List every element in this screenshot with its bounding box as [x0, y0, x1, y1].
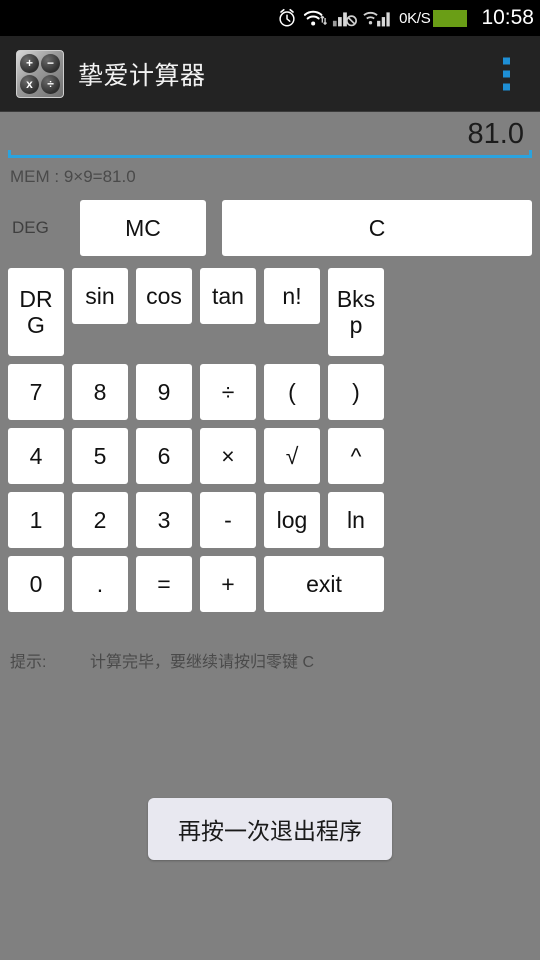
status-bar-icons: 0K/S 10:58 — [276, 0, 534, 36]
exit-toast: 再按一次退出程序 — [148, 798, 392, 860]
keypad-row: 0. = + exit — [8, 556, 432, 612]
key-drg[interactable]: DR G — [8, 268, 64, 356]
key-7[interactable]: 7 — [8, 364, 64, 420]
key-label: 8 — [93, 378, 107, 405]
memory-line: MEM : 9×9=81.0 — [10, 167, 136, 186]
key-label: sin — [85, 282, 115, 309]
status-bar-clock: 10:58 — [481, 6, 534, 29]
key-label: ^ — [350, 442, 362, 469]
hint-text: 计算完毕，要继续请按归零键 C — [90, 654, 315, 671]
key-label: 3 — [157, 506, 171, 533]
key-1[interactable]: 1 — [8, 492, 64, 548]
overflow-dot-1 — [503, 57, 510, 64]
key-label: cos — [146, 282, 182, 309]
key-0[interactable]: 0 — [8, 556, 64, 612]
signal-bars-icon — [363, 11, 390, 27]
key-exit[interactable]: exit — [264, 556, 384, 612]
overflow-menu-button[interactable] — [495, 51, 518, 96]
key-[interactable]: - — [200, 492, 256, 548]
key-log[interactable]: log — [264, 492, 320, 548]
key-label: DR — [19, 285, 53, 312]
key-label: 5 — [93, 442, 107, 469]
wifi-transfer-icon — [304, 10, 328, 26]
key-label: exit — [306, 570, 342, 597]
key-sin[interactable]: sin — [72, 268, 128, 324]
key-label: ln — [347, 506, 365, 533]
key-label: G — [27, 312, 45, 338]
keypad-row: 1 2 3 - log ln — [8, 492, 432, 548]
display-value: 81.0 — [467, 118, 524, 150]
display-underline — [8, 150, 532, 158]
key-2[interactable]: 2 — [72, 492, 128, 548]
key-ln[interactable]: ln — [328, 492, 384, 548]
key-9[interactable]: 9 — [136, 364, 192, 420]
keypad: DR Gsin cos tan n! Bks p 7 8 9 ÷() 4 5 6 × √ ^ 1 2 3- log ln 0… — [8, 268, 432, 620]
key-4[interactable]: 4 — [8, 428, 64, 484]
key-[interactable]: ÷ — [200, 364, 256, 420]
angle-mode-label: DEG — [12, 218, 49, 237]
key-label: 7 — [29, 378, 43, 405]
key-label: 2 — [93, 506, 107, 533]
key-label: log — [276, 506, 308, 533]
hint-label: 提示: — [10, 654, 47, 671]
key-6[interactable]: 6 — [136, 428, 192, 484]
key-label: . — [96, 570, 104, 597]
signal-no-sim-icon — [333, 12, 358, 27]
key-[interactable]: × — [200, 428, 256, 484]
key-label: × — [221, 442, 235, 469]
key-label: ) — [352, 378, 360, 405]
key-[interactable]: ( — [264, 364, 320, 420]
key-[interactable]: = — [136, 556, 192, 612]
action-bar: + − x ÷ 挚爱计算器 — [0, 36, 540, 112]
app-icon-minus-key: − — [41, 53, 60, 73]
key-3[interactable]: 3 — [136, 492, 192, 548]
overflow-dot-2 — [503, 70, 510, 77]
key-label: 9 — [157, 378, 171, 405]
key-label: p — [349, 312, 363, 338]
key-[interactable]: ) — [328, 364, 384, 420]
key-[interactable]: ^ — [328, 428, 384, 484]
clear-button[interactable]: C — [222, 200, 532, 256]
key-label: = — [157, 570, 171, 597]
app-icon-plus-key: + — [20, 53, 39, 73]
key-label: n! — [282, 282, 302, 309]
top-button-row: DEG MC C — [0, 200, 540, 256]
battery-icon — [433, 9, 468, 27]
key-tan[interactable]: tan — [200, 268, 256, 324]
key-label: - — [224, 506, 232, 533]
key-label: ÷ — [221, 378, 235, 405]
keypad-row: DR Gsin cos tan n! Bks p — [8, 268, 432, 356]
key-label: 0 — [29, 570, 43, 597]
key-[interactable]: + — [200, 556, 256, 612]
keypad-row: 7 8 9 ÷ () — [8, 364, 432, 420]
key-[interactable]: √ — [264, 428, 320, 484]
alarm-clock-icon — [279, 8, 295, 27]
network-speed-label: 0K/S — [399, 9, 431, 27]
key-[interactable]: . — [72, 556, 128, 612]
key-label: 1 — [29, 506, 43, 533]
key-label: ( — [288, 378, 296, 405]
key-8[interactable]: 8 — [72, 364, 128, 420]
key-label: + — [221, 570, 235, 597]
key-cos[interactable]: cos — [136, 268, 192, 324]
memory-clear-button[interactable]: MC — [80, 200, 206, 256]
hint-line: 提示: 计算完毕，要继续请按归零键 C — [10, 648, 530, 672]
key-label: Bks — [336, 285, 376, 312]
status-bar: 0K/S 10:58 — [0, 0, 540, 36]
overflow-dot-3 — [503, 83, 510, 90]
key-label: √ — [285, 442, 299, 469]
app-icon: + − x ÷ — [16, 49, 64, 98]
key-label: tan — [212, 282, 244, 309]
app-title: 挚爱计算器 — [78, 61, 206, 90]
key-bksp[interactable]: Bks p — [328, 268, 384, 356]
app-icon-times-key: x — [20, 74, 39, 94]
key-n[interactable]: n! — [264, 268, 320, 324]
key-5[interactable]: 5 — [72, 428, 128, 484]
key-label: 6 — [157, 442, 171, 469]
calculator-display[interactable]: 81.0 — [0, 113, 540, 161]
keypad-row: 4 5 6 × √ ^ — [8, 428, 432, 484]
app-icon-divide-key: ÷ — [41, 74, 60, 94]
key-label: 4 — [29, 442, 43, 469]
